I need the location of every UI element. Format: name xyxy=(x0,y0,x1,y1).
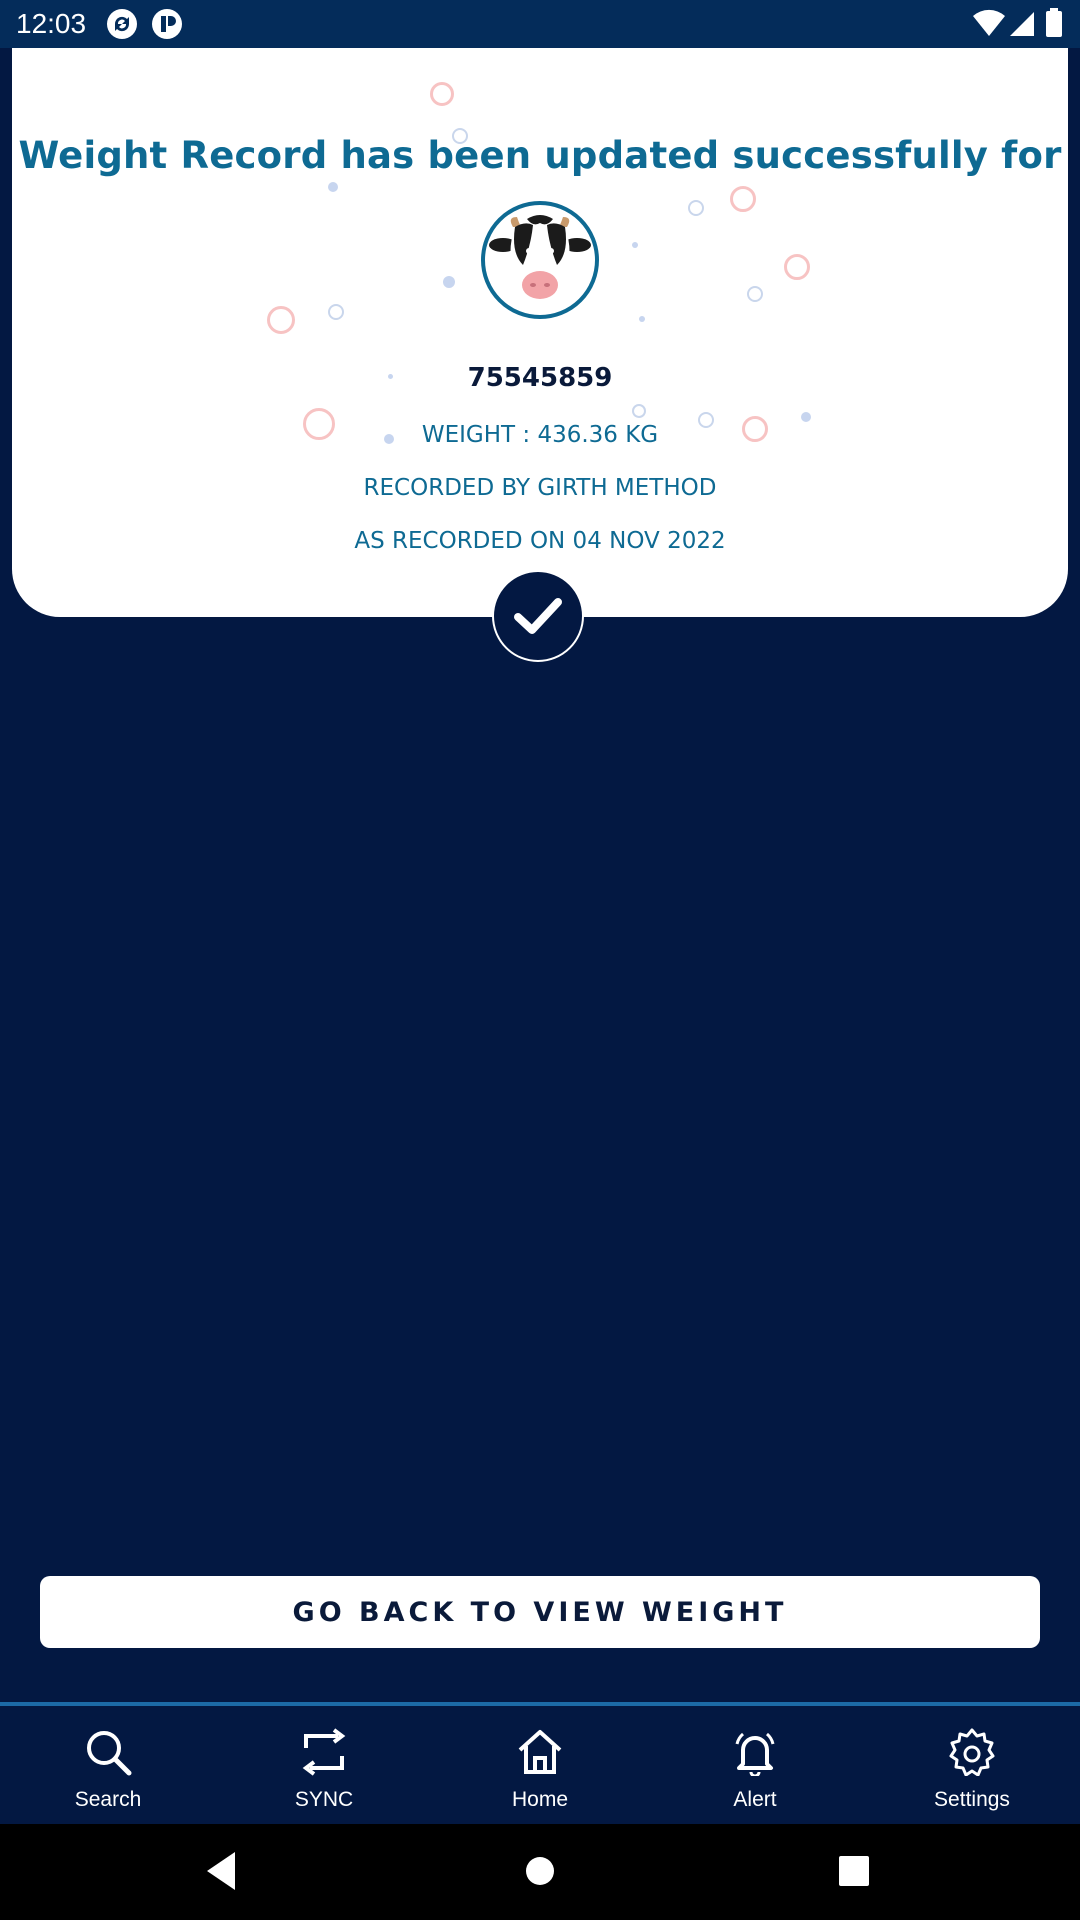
status-bar: 12:03 xyxy=(0,0,1080,48)
nav-search[interactable]: Search xyxy=(28,1706,188,1828)
home-circle-icon[interactable] xyxy=(515,1846,565,1896)
battery-icon xyxy=(1046,8,1062,43)
decor-bubble xyxy=(328,304,344,320)
sync-app-icon xyxy=(106,8,138,45)
nav-settings-label: Settings xyxy=(934,1788,1010,1811)
nav-alert[interactable]: Alert xyxy=(675,1706,835,1828)
system-nav-bar xyxy=(0,1824,1080,1920)
recents-icon[interactable] xyxy=(829,1846,879,1896)
nav-search-label: Search xyxy=(74,1788,142,1811)
nav-sync-label: SYNC xyxy=(294,1788,354,1811)
decor-bubble xyxy=(267,306,295,334)
animal-id: 75545859 xyxy=(467,363,613,393)
success-badge xyxy=(492,570,584,662)
nav-sync[interactable]: SYNC xyxy=(244,1706,404,1828)
gear-icon xyxy=(948,1728,996,1777)
notification-app-icon xyxy=(151,8,183,45)
nav-alert-label: Alert xyxy=(733,1788,777,1811)
decor-bubble xyxy=(430,82,454,106)
bottom-nav: Search SYNC Home Alert Settings xyxy=(0,1702,1080,1828)
wifi-icon xyxy=(972,8,1006,43)
search-icon xyxy=(84,1728,132,1776)
back-icon[interactable] xyxy=(197,1846,247,1896)
decor-bubble xyxy=(747,286,763,302)
decor-bubble xyxy=(328,182,338,192)
decor-bubble xyxy=(443,276,455,288)
animal-avatar xyxy=(481,201,599,319)
nav-home[interactable]: Home xyxy=(460,1706,620,1828)
success-title: Weight Record has been updated successfu… xyxy=(18,134,1062,177)
decor-bubble xyxy=(688,200,704,216)
bell-icon xyxy=(731,1728,779,1778)
nav-settings[interactable]: Settings xyxy=(892,1706,1052,1828)
nav-home-label: Home xyxy=(511,1788,569,1811)
decor-bubble xyxy=(784,254,810,280)
success-card: Weight Record has been updated successfu… xyxy=(12,48,1068,617)
decor-bubble xyxy=(632,404,646,418)
decor-bubble xyxy=(639,316,645,322)
weight-text: WEIGHT : 436.36 KG xyxy=(421,422,659,448)
method-text: RECORDED BY GIRTH METHOD xyxy=(363,475,717,501)
date-text: AS RECORDED ON 04 NOV 2022 xyxy=(354,528,726,554)
decor-bubble xyxy=(632,242,638,248)
signal-icon xyxy=(1008,8,1036,43)
cow-face-icon xyxy=(485,215,595,315)
home-icon xyxy=(516,1728,564,1776)
sync-icon xyxy=(300,1728,348,1776)
status-time: 12:03 xyxy=(16,8,87,39)
decor-bubble xyxy=(730,186,756,212)
decor-bubble xyxy=(801,412,811,422)
go-back-to-view-weight-button[interactable]: GO BACK TO VIEW WEIGHT xyxy=(40,1576,1040,1648)
